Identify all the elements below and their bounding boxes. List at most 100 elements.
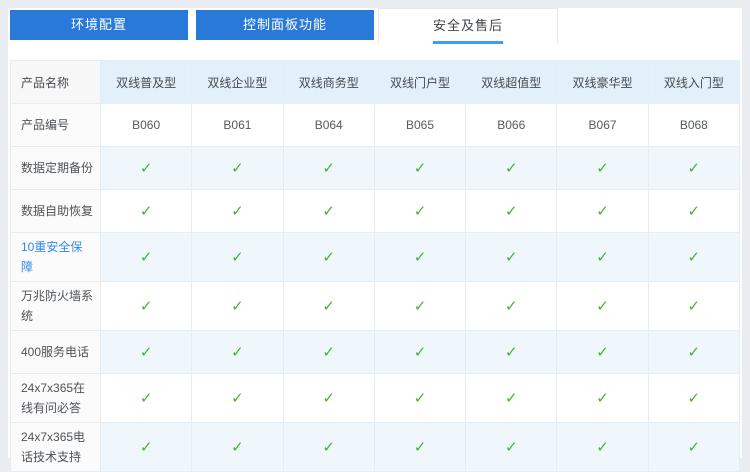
row-label: 万兆防火墙系统 <box>10 281 101 331</box>
feature-cell: ✓ <box>647 146 741 190</box>
feature-cell: ✓ <box>99 281 193 331</box>
check-icon: ✓ <box>687 344 701 361</box>
feature-cell: ✓ <box>465 232 558 282</box>
table-row: 10重安全保障 ✓ ✓ ✓ ✓ ✓ ✓ ✓ <box>10 232 741 282</box>
check-icon: ✓ <box>596 390 609 407</box>
check-icon: ✓ <box>596 160 609 177</box>
tab-security-aftersales[interactable]: 安全及售后 <box>378 8 558 44</box>
column-header: 双线超值型 <box>465 60 558 104</box>
feature-cell: ✓ <box>465 281 558 331</box>
table-row: 数据定期备份 ✓ ✓ ✓ ✓ ✓ ✓ ✓ <box>10 146 741 190</box>
check-icon: ✓ <box>413 390 427 407</box>
column-header: 双线入门型 <box>647 60 741 104</box>
feature-cell: ✓ <box>191 189 284 233</box>
row-label: 产品编号 <box>10 103 101 147</box>
check-icon: ✓ <box>687 439 701 456</box>
tab-control-panel-features[interactable]: 控制面板功能 <box>196 10 374 40</box>
feature-cell: ✓ <box>373 281 467 331</box>
product-code-cell: B064 <box>282 103 375 147</box>
check-icon: ✓ <box>139 160 153 177</box>
feature-cell: ✓ <box>373 146 467 190</box>
feature-cell: ✓ <box>191 373 284 423</box>
table-row: 24x7x365电话技术支持 ✓ ✓ ✓ ✓ ✓ ✓ ✓ <box>10 422 741 472</box>
check-icon: ✓ <box>596 249 609 266</box>
check-icon: ✓ <box>322 249 335 266</box>
feature-cell: ✓ <box>373 189 467 233</box>
check-icon: ✓ <box>231 390 244 407</box>
feature-cell: ✓ <box>282 146 375 190</box>
feature-cell: ✓ <box>556 422 649 472</box>
table-row: 400服务电话 ✓ ✓ ✓ ✓ ✓ ✓ ✓ <box>10 330 741 374</box>
feature-cell: ✓ <box>556 281 649 331</box>
feature-cell: ✓ <box>647 189 741 233</box>
check-icon: ✓ <box>231 439 244 456</box>
product-code-cell: B065 <box>373 103 467 147</box>
product-code-cell: B068 <box>647 103 741 147</box>
feature-cell: ✓ <box>465 189 558 233</box>
check-icon: ✓ <box>139 439 153 456</box>
feature-cell: ✓ <box>647 281 741 331</box>
feature-cell: ✓ <box>373 232 467 282</box>
row-label: 数据自助恢复 <box>10 189 101 233</box>
check-icon: ✓ <box>504 390 518 407</box>
check-icon: ✓ <box>322 344 335 361</box>
product-comparison-table: 产品名称 双线普及型 双线企业型 双线商务型 双线门户型 双线超值型 双线豪华型 双线入门型 … <box>10 60 741 472</box>
tab-label: 安全及售后 <box>432 18 503 33</box>
feature-cell: ✓ <box>556 146 649 190</box>
check-icon: ✓ <box>687 390 701 407</box>
feature-cell: ✓ <box>282 189 375 233</box>
check-icon: ✓ <box>322 390 335 407</box>
tab-environment-config[interactable]: 环境配置 <box>10 10 188 40</box>
table-row: 万兆防火墙系统 ✓ ✓ ✓ ✓ ✓ ✓ ✓ <box>10 281 741 331</box>
table-row: 数据自助恢复 ✓ ✓ ✓ ✓ ✓ ✓ ✓ <box>10 189 741 233</box>
table-row: 产品编号 B060 B061 B064 B065 B066 B067 B068 <box>10 103 741 147</box>
table-header: 产品名称 双线普及型 双线企业型 双线商务型 双线门户型 双线超值型 双线豪华型 双线入门型 <box>10 60 741 104</box>
feature-cell: ✓ <box>191 146 284 190</box>
feature-cell: ✓ <box>647 232 741 282</box>
column-header: 双线商务型 <box>282 60 375 104</box>
row-label: 24x7x365电话技术支持 <box>10 422 101 472</box>
feature-cell: ✓ <box>647 373 741 423</box>
row-label: 24x7x365在线有问必答 <box>10 373 101 423</box>
column-header: 双线门户型 <box>373 60 467 104</box>
check-icon: ✓ <box>596 344 609 361</box>
check-icon: ✓ <box>231 344 244 361</box>
column-header: 双线豪华型 <box>556 60 649 104</box>
row-label-link[interactable]: 10重安全保障 <box>10 232 101 282</box>
table-row: 24x7x365在线有问必答 ✓ ✓ ✓ ✓ ✓ ✓ ✓ <box>10 373 741 423</box>
check-icon: ✓ <box>596 203 609 220</box>
feature-cell: ✓ <box>465 146 558 190</box>
check-icon: ✓ <box>139 344 153 361</box>
feature-cell: ✓ <box>99 146 193 190</box>
check-icon: ✓ <box>413 160 427 177</box>
check-icon: ✓ <box>231 203 244 220</box>
check-icon: ✓ <box>504 298 518 315</box>
check-icon: ✓ <box>413 249 427 266</box>
table-body: 产品编号 B060 B061 B064 B065 B066 B067 B068 数据定期备份 ✓ ✓… <box>10 103 741 472</box>
feature-cell: ✓ <box>465 373 558 423</box>
check-icon: ✓ <box>596 298 609 315</box>
feature-cell: ✓ <box>556 189 649 233</box>
header-row: 产品名称 双线普及型 双线企业型 双线商务型 双线门户型 双线超值型 双线豪华型 双线入门型 <box>10 60 741 104</box>
check-icon: ✓ <box>139 249 153 266</box>
check-icon: ✓ <box>231 298 244 315</box>
column-header: 双线普及型 <box>99 60 193 104</box>
feature-cell: ✓ <box>282 330 375 374</box>
check-icon: ✓ <box>504 160 518 177</box>
check-icon: ✓ <box>687 203 701 220</box>
feature-cell: ✓ <box>191 422 284 472</box>
feature-cell: ✓ <box>191 330 284 374</box>
column-header: 双线企业型 <box>191 60 284 104</box>
active-tab-indicator <box>433 41 503 44</box>
feature-cell: ✓ <box>99 232 193 282</box>
feature-cell: ✓ <box>465 330 558 374</box>
check-icon: ✓ <box>504 249 518 266</box>
feature-cell: ✓ <box>282 422 375 472</box>
check-icon: ✓ <box>322 160 335 177</box>
tab-bar: 环境配置 控制面板功能 安全及售后 <box>8 8 742 44</box>
feature-cell: ✓ <box>373 422 467 472</box>
check-icon: ✓ <box>504 203 518 220</box>
check-icon: ✓ <box>504 344 518 361</box>
feature-cell: ✓ <box>99 422 193 472</box>
feature-cell: ✓ <box>99 189 193 233</box>
